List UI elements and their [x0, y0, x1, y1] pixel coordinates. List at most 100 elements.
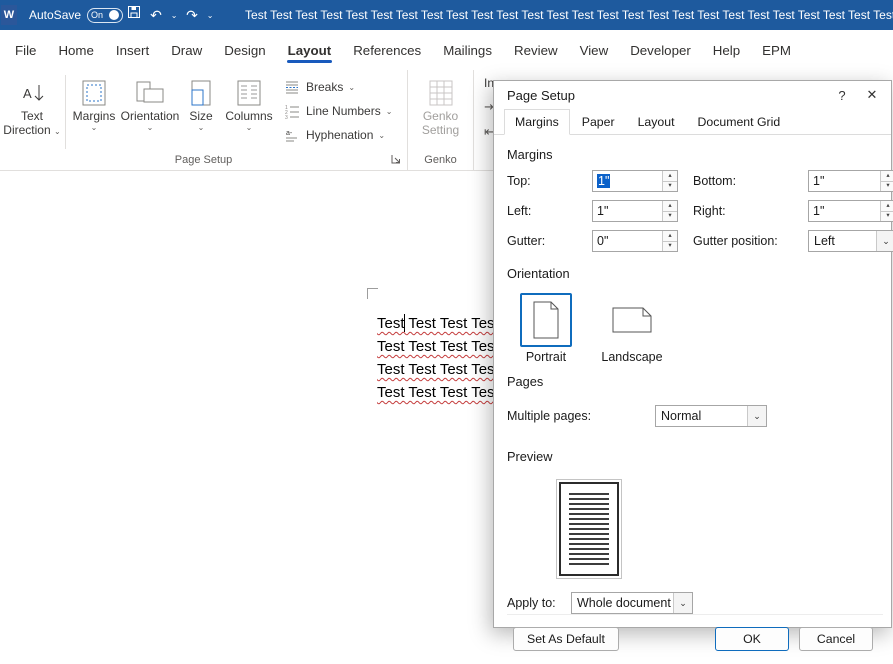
- hyphenation-icon: a-: [283, 126, 301, 144]
- orientation-button[interactable]: Orientation ⌄: [119, 72, 181, 152]
- size-button[interactable]: Size ⌄: [181, 72, 221, 152]
- multiple-pages-label: Multiple pages:: [507, 409, 592, 423]
- left-field: 1" ▴ ▾: [592, 200, 678, 222]
- breaks-button[interactable]: Breaks ⌄: [283, 78, 392, 96]
- tab-developer[interactable]: Developer: [619, 36, 702, 65]
- multiple-pages-dropdown[interactable]: Normal ⌄: [655, 405, 767, 427]
- dialog-footer: Set As Default OK Cancel: [507, 614, 883, 664]
- spin-up-button[interactable]: ▴: [663, 231, 677, 241]
- genko-setting-button[interactable]: Genko Setting: [412, 72, 470, 152]
- tab-view[interactable]: View: [569, 36, 620, 65]
- chevron-down-icon: ⌄: [348, 82, 356, 92]
- tab-layout[interactable]: Layout: [277, 36, 343, 65]
- apply-to-value: Whole document: [577, 596, 671, 610]
- gutter-input[interactable]: 0": [593, 231, 662, 251]
- spin-up-button[interactable]: ▴: [881, 171, 893, 181]
- gutter-field: 0" ▴ ▾: [592, 230, 678, 252]
- autosave-toggle[interactable]: On: [87, 7, 124, 23]
- tab-mailings[interactable]: Mailings: [432, 36, 503, 65]
- gutter-position-dropdown[interactable]: Left ⌄: [808, 230, 893, 252]
- landscape-page-icon: [606, 293, 658, 347]
- top-field: 1" ▴ ▾: [592, 170, 678, 192]
- genko-setting-label-1: Genko: [422, 109, 459, 123]
- close-icon[interactable]: ✕: [857, 81, 887, 109]
- tab-review[interactable]: Review: [503, 36, 569, 65]
- page-setup-group: A Text Direction ⌄ Margins ⌄ Orientation…: [0, 70, 408, 170]
- hyphenation-label: Hyphenation: [306, 128, 374, 142]
- orientation-icon: [135, 77, 165, 109]
- left-input[interactable]: 1": [593, 201, 662, 221]
- orientation-landscape-option[interactable]: Landscape: [601, 293, 663, 364]
- spin-up-button[interactable]: ▴: [881, 201, 893, 211]
- spin-up-button[interactable]: ▴: [663, 201, 677, 211]
- top-input[interactable]: 1": [593, 171, 662, 191]
- toggle-knob-icon: [109, 10, 120, 20]
- page-setup-group-label: Page Setup: [174, 154, 233, 166]
- dialog-tab-document-grid[interactable]: Document Grid: [687, 109, 792, 134]
- apply-to-row: Apply to: Whole document ⌄: [507, 592, 883, 614]
- orientation-section-label: Orientation: [507, 266, 570, 281]
- bottom-input[interactable]: 1": [809, 171, 880, 191]
- right-field: 1" ▴ ▾: [808, 200, 893, 222]
- top-value: 1": [597, 174, 611, 188]
- hyphenation-button[interactable]: a- Hyphenation ⌄: [283, 126, 392, 144]
- text-direction-icon: A: [19, 77, 45, 109]
- chevron-down-icon: ⌄: [876, 231, 893, 251]
- tab-file[interactable]: File: [4, 36, 47, 65]
- margins-button[interactable]: Margins ⌄: [69, 72, 119, 152]
- tab-draw[interactable]: Draw: [160, 36, 213, 65]
- chevron-down-icon: ⌄: [747, 406, 766, 426]
- autosave-label: AutoSave: [29, 8, 82, 22]
- undo-icon[interactable]: ↶: [145, 0, 167, 30]
- set-as-default-button[interactable]: Set As Default: [513, 627, 619, 651]
- right-input[interactable]: 1": [809, 201, 880, 221]
- margins-icon: [80, 77, 108, 109]
- genko-setting-label-2: Setting: [421, 123, 460, 137]
- pages-section-label: Pages: [507, 374, 544, 389]
- portrait-page-icon: [520, 293, 572, 347]
- spin-down-button[interactable]: ▾: [881, 180, 893, 191]
- spin-down-button[interactable]: ▾: [663, 180, 677, 191]
- undo-dropdown-icon[interactable]: ⌄: [167, 11, 181, 20]
- text-direction-button[interactable]: A Text Direction ⌄: [2, 72, 62, 152]
- chevron-down-icon: ⌄: [90, 123, 98, 132]
- tab-home[interactable]: Home: [47, 36, 104, 65]
- preview-text-lines: [569, 493, 609, 565]
- page-setup-dialog-launcher-icon[interactable]: [389, 153, 403, 167]
- tab-epm[interactable]: EPM: [751, 36, 802, 65]
- ok-button[interactable]: OK: [715, 627, 789, 651]
- orientation-portrait-option[interactable]: Portrait: [515, 293, 577, 364]
- tab-references[interactable]: References: [342, 36, 432, 65]
- line-numbers-button[interactable]: 1 2 3 Line Numbers ⌄: [283, 102, 392, 120]
- apply-to-dropdown[interactable]: Whole document ⌄: [571, 592, 693, 614]
- right-label: Right:: [693, 204, 726, 218]
- quick-access-more-icon[interactable]: ⌄: [203, 11, 217, 20]
- breaks-label: Breaks: [306, 80, 344, 94]
- tab-help[interactable]: Help: [702, 36, 751, 65]
- redo-icon[interactable]: ↷: [181, 0, 203, 30]
- chevron-down-icon: ⌄: [197, 123, 205, 132]
- tab-insert[interactable]: Insert: [105, 36, 160, 65]
- portrait-label: Portrait: [525, 350, 567, 364]
- genko-group-footer: Genko: [408, 152, 473, 170]
- help-icon[interactable]: ?: [827, 81, 857, 109]
- dialog-tab-layout[interactable]: Layout: [627, 109, 686, 134]
- spin-up-button[interactable]: ▴: [663, 171, 677, 181]
- genko-group-label: Genko: [424, 154, 457, 166]
- columns-label: Columns: [225, 109, 273, 123]
- spin-down-button[interactable]: ▾: [663, 210, 677, 221]
- dialog-tab-paper[interactable]: Paper: [571, 109, 626, 134]
- save-icon[interactable]: [123, 0, 145, 30]
- bottom-label: Bottom:: [693, 174, 737, 188]
- svg-text:A: A: [23, 86, 32, 101]
- tab-design[interactable]: Design: [213, 36, 276, 65]
- columns-button[interactable]: Columns ⌄: [221, 72, 277, 152]
- spin-down-button[interactable]: ▾: [663, 240, 677, 251]
- apply-to-label: Apply to:: [507, 596, 556, 610]
- dialog-tab-margins[interactable]: Margins: [504, 109, 570, 135]
- cancel-button[interactable]: Cancel: [799, 627, 873, 651]
- ribbon-tab-bar: File Home Insert Draw Design Layout Refe…: [0, 30, 893, 70]
- spin-down-button[interactable]: ▾: [881, 210, 893, 221]
- right-spinner: ▴ ▾: [880, 201, 893, 221]
- margins-section-label: Margins: [507, 147, 553, 162]
